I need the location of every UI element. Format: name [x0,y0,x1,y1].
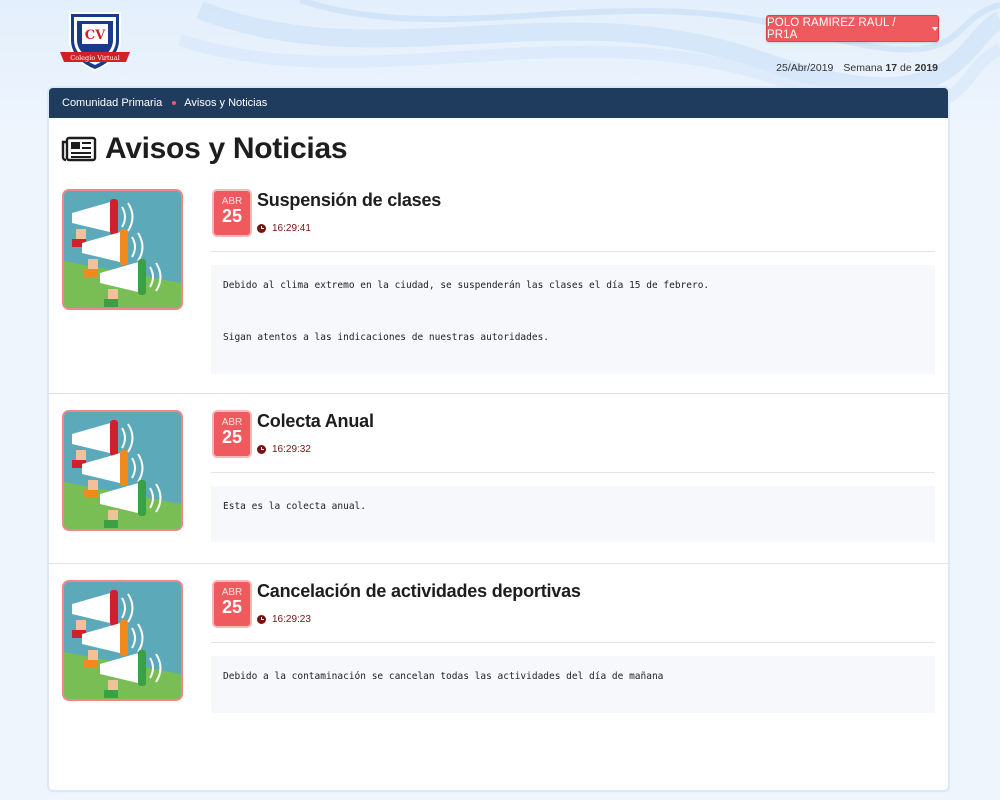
news-time-value: 16:29:32 [272,444,311,455]
page-title-text: Avisos y Noticias [105,132,348,165]
date-badge: ABR 25 [212,580,252,628]
logo-ribbon-text: Colegio Virtual [70,54,120,62]
divider [211,251,935,252]
user-menu-button[interactable]: POLO RAMIREZ RAUL / PR1A [766,15,939,42]
breadcrumb-separator-dot [172,101,177,105]
week-info: Semana 17 de 2019 [843,62,938,74]
news-body-paragraph: Debido al clima extremo en la ciudad, se… [223,280,710,291]
date-badge-day: 25 [221,206,243,226]
logo-initials: CV [85,28,106,43]
news-title[interactable]: Colecta Anual [257,411,374,432]
date-badge-day: 25 [221,597,243,617]
news-time: 16:29:32 [257,444,311,455]
news-item: ABR 25 Colecta Anual 16:29:32 Esta es la… [49,394,948,564]
breadcrumb: Comunidad Primaria Avisos y Noticias [49,88,948,118]
newspaper-icon [61,136,97,162]
date-info: 25/Abr/2019 Semana 17 de 2019 [776,62,938,74]
news-body: Esta es la colecta anual. [211,486,935,542]
breadcrumb-item-current: Avisos y Noticias [184,97,268,109]
school-logo[interactable]: CV Colegio Virtual [58,10,132,74]
clock-icon [257,224,266,233]
date-badge: ABR 25 [212,189,252,237]
user-menu-label: POLO RAMIREZ RAUL / PR1A [767,16,896,41]
news-time: 16:29:41 [257,223,311,234]
page-title: Avisos y Noticias [61,132,348,166]
news-item: ABR 25 Suspensión de clases 16:29:41 Deb… [49,180,948,394]
news-title[interactable]: Cancelación de actividades deportivas [257,581,581,602]
clock-icon [257,615,266,624]
news-body: Debido al clima extremo en la ciudad, se… [211,265,935,374]
megaphone-image [62,410,183,531]
news-body-paragraph: Esta es la colecta anual. [223,501,366,512]
date-badge-day: 25 [221,427,243,447]
news-title[interactable]: Suspensión de clases [257,190,441,211]
news-body-paragraph: Debido a la contaminación se cancelan to… [223,671,664,682]
megaphone-image [62,580,183,701]
megaphone-image [62,189,183,310]
news-item: ABR 25 Cancelación de actividades deport… [49,564,948,734]
week-label: Semana [843,62,883,74]
week-number: 17 [885,62,898,74]
of-label: de [900,62,912,74]
news-body: Debido a la contaminación se cancelan to… [211,656,935,713]
week-year: 2019 [914,62,938,74]
divider [211,642,935,643]
breadcrumb-item-comunidad[interactable]: Comunidad Primaria [62,97,162,109]
news-time-value: 16:29:23 [272,614,311,625]
news-body-paragraph: Sigan atentos a las indicaciones de nues… [223,332,550,343]
clock-icon [257,445,266,454]
current-date: 25/Abr/2019 [776,62,834,74]
date-badge: ABR 25 [212,410,252,458]
news-time: 16:29:23 [257,614,311,625]
divider [211,472,935,473]
news-time-value: 16:29:41 [272,223,311,234]
main-card: Comunidad Primaria Avisos y Noticias Avi… [49,88,948,790]
caret-down-icon [932,27,938,31]
